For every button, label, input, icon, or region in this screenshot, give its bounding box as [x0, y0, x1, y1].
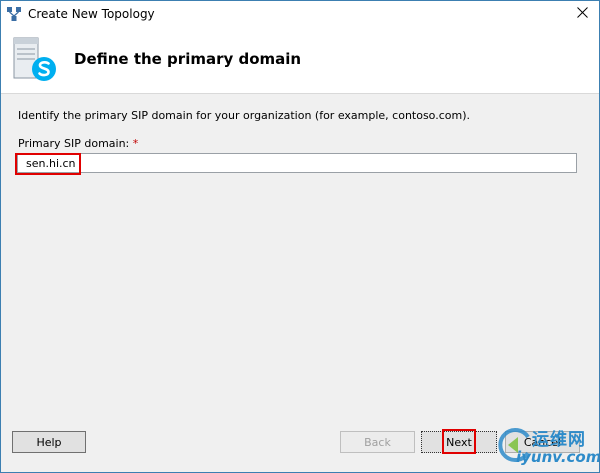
sip-domain-label: Primary SIP domain: * — [18, 137, 138, 150]
skype-server-icon — [11, 35, 63, 85]
close-icon — [576, 7, 588, 21]
instruction-text: Identify the primary SIP domain for your… — [18, 109, 470, 122]
primary-sip-domain-input[interactable] — [17, 153, 577, 173]
close-button[interactable] — [565, 1, 599, 27]
page-title: Define the primary domain — [74, 50, 302, 68]
topology-icon — [6, 6, 22, 22]
cancel-button[interactable]: Cancel — [505, 431, 580, 453]
help-button[interactable]: Help — [12, 431, 86, 453]
window-title: Create New Topology — [28, 7, 155, 21]
next-button[interactable]: Next — [421, 431, 497, 453]
back-button[interactable]: Back — [340, 431, 415, 453]
title-bar: Create New Topology — [1, 1, 599, 27]
sip-domain-label-text: Primary SIP domain: — [18, 137, 130, 150]
create-topology-window: Create New Topology Define the primary d… — [0, 0, 600, 473]
required-marker: * — [132, 137, 139, 150]
wizard-header: Define the primary domain — [1, 27, 599, 94]
